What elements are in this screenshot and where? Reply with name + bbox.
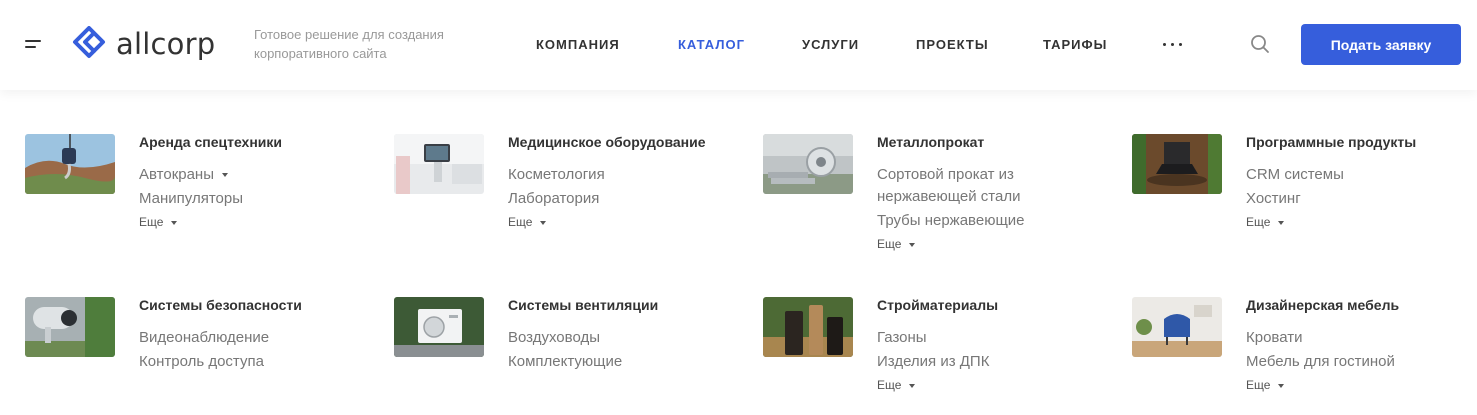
building-materials-image[interactable]: [763, 297, 853, 357]
subcategory-link[interactable]: Газоны: [877, 327, 1097, 349]
caret-down-icon: [909, 383, 916, 388]
category-title[interactable]: Дизайнерская мебель: [1246, 297, 1399, 313]
subcategory-link[interactable]: Видеонаблюдение: [139, 327, 359, 349]
logo[interactable]: allcorp: [72, 26, 215, 62]
subcategory-link[interactable]: Хостинг: [1246, 188, 1466, 210]
subcategory-link[interactable]: Манипуляторы: [139, 188, 359, 210]
subcategory-link[interactable]: Автокраны: [139, 164, 359, 186]
software-image[interactable]: [1132, 134, 1222, 194]
logo-icon: [73, 26, 105, 58]
subcategory-link[interactable]: Контроль доступа: [139, 351, 359, 373]
nav-projects[interactable]: ПРОЕКТЫ: [916, 37, 989, 52]
more-link[interactable]: Еще: [139, 215, 178, 229]
subcategory-link[interactable]: Мебель для гостиной: [1246, 351, 1466, 373]
caret-down-icon: [1278, 220, 1285, 225]
equipment-rental-image[interactable]: [25, 134, 115, 194]
submit-request-button[interactable]: Подать заявку: [1301, 24, 1461, 65]
category-title[interactable]: Стройматериалы: [877, 297, 998, 313]
caret-down-icon: [909, 242, 916, 247]
caret-down-icon: [222, 173, 228, 178]
subcategory-link[interactable]: Воздуховоды: [508, 327, 728, 349]
more-link[interactable]: Еще: [1246, 215, 1285, 229]
subcategory-link[interactable]: Комплектующие: [508, 351, 728, 373]
logo-text: allcorp: [116, 27, 216, 61]
more-link[interactable]: Еще: [1246, 378, 1285, 392]
menu-burger-icon[interactable]: [25, 38, 43, 52]
subcategory-link[interactable]: Сортовой прокат из нержавеющей стали: [877, 164, 1097, 208]
medical-equipment-image[interactable]: [394, 134, 484, 194]
category-title[interactable]: Металлопрокат: [877, 134, 984, 150]
subcategory-link[interactable]: Изделия из ДПК: [877, 351, 1097, 373]
caret-down-icon: [540, 220, 547, 225]
nav-catalog[interactable]: КАТАЛОГ: [678, 37, 745, 52]
nav-services[interactable]: УСЛУГИ: [802, 37, 859, 52]
slogan: Готовое решение для создания корпоративн…: [254, 27, 444, 61]
subcategory-link[interactable]: Трубы нержавеющие: [877, 210, 1097, 232]
category-title[interactable]: Аренда спецтехники: [139, 134, 282, 150]
category-title[interactable]: Системы вентиляции: [508, 297, 658, 313]
subcategory-link[interactable]: CRM системы: [1246, 164, 1466, 186]
designer-furniture-image[interactable]: [1132, 297, 1222, 357]
category-title[interactable]: Программные продукты: [1246, 134, 1416, 150]
category-title[interactable]: Системы безопасности: [139, 297, 302, 313]
caret-down-icon: [1278, 383, 1285, 388]
site-header: allcorp Готовое решение для создания кор…: [0, 0, 1477, 90]
security-systems-image[interactable]: [25, 297, 115, 357]
ventilation-systems-image[interactable]: [394, 297, 484, 357]
subcategory-link[interactable]: Кровати: [1246, 327, 1466, 349]
metal-products-image[interactable]: [763, 134, 853, 194]
subcategory-link[interactable]: Лаборатория: [508, 188, 728, 210]
nav-more-icon[interactable]: [1163, 43, 1183, 47]
more-link[interactable]: Еще: [508, 215, 547, 229]
subcategory-link[interactable]: Косметология: [508, 164, 728, 186]
caret-down-icon: [171, 220, 178, 225]
nav-tariffs[interactable]: ТАРИФЫ: [1043, 37, 1107, 52]
more-link[interactable]: Еще: [877, 237, 916, 251]
nav-company[interactable]: КОМПАНИЯ: [536, 37, 620, 52]
search-icon[interactable]: [1250, 34, 1270, 54]
more-link[interactable]: Еще: [877, 378, 916, 392]
category-title[interactable]: Медицинское оборудование: [508, 134, 706, 150]
